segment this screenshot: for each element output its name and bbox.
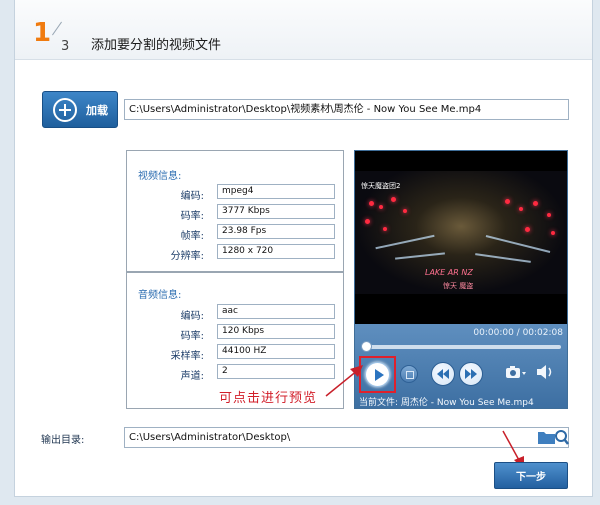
audio-channels-label: 声道: — [180, 371, 204, 382]
rewind-icon — [437, 369, 449, 379]
video-preview[interactable]: 惊天魔盗团2 LAKE AR NZ 惊天 魔盗 — [355, 171, 567, 294]
plus-circle-icon — [53, 97, 77, 122]
seek-handle[interactable] — [361, 341, 372, 352]
preview-hint: 可点击进行预览 — [219, 391, 318, 406]
audio-info-title: 音频信息: — [138, 290, 182, 301]
step-divider — [52, 21, 62, 36]
stop-button[interactable] — [400, 365, 418, 383]
folder-search-icon — [538, 430, 569, 445]
play-icon — [365, 362, 390, 387]
audio-bitrate-field[interactable]: 120 Kbps — [217, 324, 335, 339]
snapshot-button[interactable] — [505, 364, 526, 382]
video-frame-subtitle: LAKE AR NZ — [425, 268, 473, 277]
audio-samplerate-label: 采样率: — [170, 351, 204, 362]
play-button[interactable] — [359, 356, 396, 393]
video-info-title: 视频信息: — [138, 171, 182, 182]
fast-forward-icon — [465, 369, 477, 379]
video-frame-title: 惊天魔盗团2 — [361, 182, 401, 190]
next-step-button[interactable]: 下一步 — [494, 462, 568, 489]
camera-icon — [506, 366, 526, 378]
fast-forward-button[interactable] — [459, 362, 483, 386]
audio-channels-field[interactable]: 2 — [217, 364, 335, 379]
video-frame-subtitle-cn: 惊天 魔盗 — [443, 282, 474, 290]
video-bitrate-field[interactable]: 3777 Kbps — [217, 204, 335, 219]
audio-bitrate-label: 码率: — [180, 331, 204, 342]
browse-folder-button[interactable] — [537, 428, 569, 446]
output-dir-label: 输出目录: — [41, 435, 85, 446]
video-info-box: 视频信息: 编码: mpeg4 码率: 3777 Kbps 帧率: 23.98 … — [126, 150, 344, 272]
seek-bar[interactable] — [363, 345, 561, 349]
audio-codec-field[interactable]: aac — [217, 304, 335, 319]
video-framerate-label: 帧率: — [180, 231, 204, 242]
video-player: 惊天魔盗团2 LAKE AR NZ 惊天 魔盗 00:00:00 / 00:02… — [354, 150, 568, 409]
video-bitrate-label: 码率: — [180, 211, 204, 222]
volume-button[interactable] — [535, 364, 555, 382]
video-codec-label: 编码: — [180, 191, 204, 202]
speaker-icon — [537, 365, 552, 379]
file-path-field[interactable]: C:\Users\Administrator\Desktop\视频素材\周杰伦 … — [124, 99, 569, 120]
load-button-label: 加载 — [86, 103, 108, 117]
output-dir-field[interactable]: C:\Users\Administrator\Desktop\ — [124, 427, 569, 448]
step-title: 添加要分割的视频文件 — [91, 38, 222, 53]
step-current: 1 — [33, 18, 52, 48]
video-resolution-label: 分辨率: — [170, 251, 204, 262]
player-controls: 00:00:00 / 00:02:08 当前文件: 周杰伦 - Now You … — [355, 324, 567, 408]
video-codec-field[interactable]: mpeg4 — [217, 184, 335, 199]
step-header: 1 3 添加要分割的视频文件 — [15, 0, 592, 60]
current-file-label: 当前文件: 周杰伦 - Now You See Me.mp4 — [359, 398, 534, 408]
rewind-button[interactable] — [431, 362, 455, 386]
audio-samplerate-field[interactable]: 44100 HZ — [217, 344, 335, 359]
video-resolution-field[interactable]: 1280 x 720 — [217, 244, 335, 259]
video-framerate-field[interactable]: 23.98 Fps — [217, 224, 335, 239]
step-total: 3 — [61, 39, 70, 54]
playback-time: 00:00:00 / 00:02:08 — [473, 328, 563, 338]
audio-codec-label: 编码: — [180, 311, 204, 322]
load-button[interactable]: 加载 — [42, 91, 118, 128]
